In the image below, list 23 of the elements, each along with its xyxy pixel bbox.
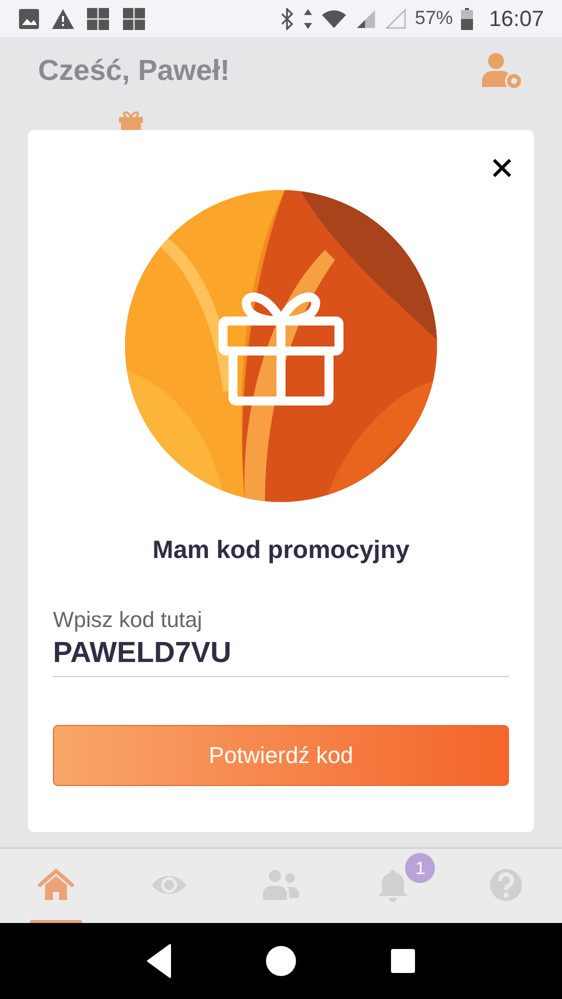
wifi-icon bbox=[320, 8, 347, 30]
app-icon bbox=[122, 6, 146, 30]
battery-percent: 57% bbox=[414, 8, 453, 30]
close-icon[interactable] bbox=[492, 158, 512, 178]
back-icon[interactable] bbox=[146, 943, 172, 979]
greeting: Cześć, Paweł! bbox=[38, 54, 230, 88]
data-arrows-icon bbox=[302, 8, 313, 30]
app-icon bbox=[86, 6, 110, 30]
image-icon bbox=[18, 8, 40, 30]
home-icon bbox=[37, 868, 76, 902]
signal-icon bbox=[384, 8, 407, 30]
field-label: Wpisz kod tutaj bbox=[53, 607, 204, 633]
recents-icon[interactable] bbox=[390, 948, 416, 974]
clock: 16:07 bbox=[488, 6, 544, 32]
code-field[interactable]: PAWELD7VU bbox=[53, 637, 509, 677]
people-icon bbox=[262, 868, 300, 902]
signal-icon bbox=[354, 8, 377, 30]
bluetooth-icon bbox=[278, 8, 295, 30]
home-icon[interactable] bbox=[264, 945, 297, 977]
warning-icon bbox=[52, 8, 74, 30]
dialog-title: Mam kod promocyjny bbox=[152, 536, 410, 565]
notification-badge: 1 bbox=[405, 853, 436, 883]
battery-icon bbox=[460, 8, 473, 30]
